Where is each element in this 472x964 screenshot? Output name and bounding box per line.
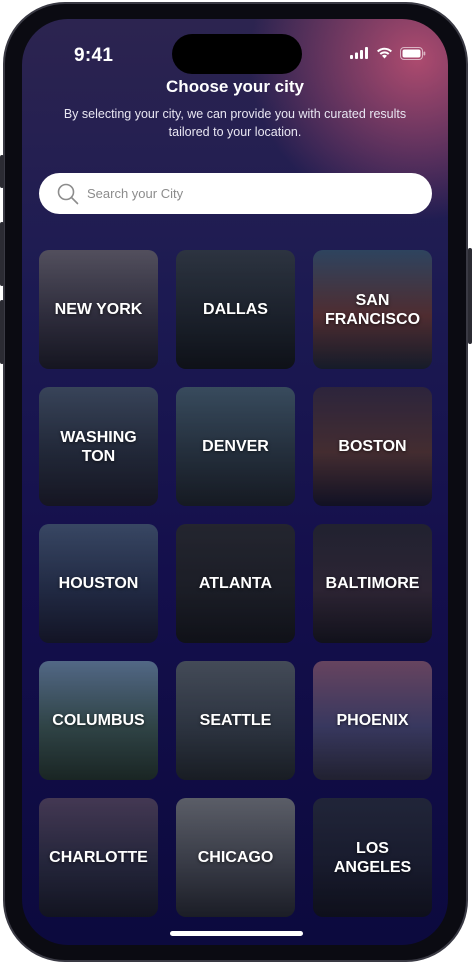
power-button — [468, 248, 472, 344]
city-tile[interactable]: PHOENIX — [313, 661, 432, 780]
city-name: HOUSTON — [58, 575, 139, 592]
page-subtitle: By selecting your city, we can provide y… — [63, 107, 407, 139]
city-name: DENVER — [202, 438, 269, 455]
city-name: SEATTLE — [199, 712, 272, 729]
city-tile[interactable]: CHARLOTTE — [39, 798, 158, 917]
city-name: COLUMBUS — [52, 712, 145, 729]
city-tile[interactable]: LOS ANGELES — [313, 798, 432, 917]
status-time: 9:41 — [74, 45, 114, 66]
battery-icon — [400, 46, 426, 60]
city-tile[interactable]: SAN FRANCISCO — [313, 250, 432, 369]
city-tile[interactable]: NEW YORK — [39, 250, 158, 369]
status-icons — [350, 46, 426, 60]
city-name: DALLAS — [203, 301, 268, 318]
city-tile[interactable]: WASHING TON — [39, 387, 158, 506]
search-icon — [57, 183, 79, 204]
home-indicator[interactable] — [170, 931, 303, 936]
city-name: CHARLOTTE — [49, 849, 148, 866]
city-name: WASHING TON — [60, 428, 137, 465]
city-tile[interactable]: BALTIMORE — [313, 524, 432, 643]
city-name: LOS ANGELES — [333, 839, 412, 876]
city-grid: NEW YORK DALLAS SAN FRANCISCO WASHING TON DE… — [39, 250, 432, 917]
city-name: BOSTON — [338, 438, 407, 455]
page-title: Choose your city — [166, 77, 304, 96]
city-name: BALTIMORE — [325, 575, 420, 592]
city-tile[interactable]: BOSTON — [313, 387, 432, 506]
search-bar[interactable] — [39, 173, 432, 214]
city-tile[interactable]: ATLANTA — [176, 524, 295, 643]
city-name: PHOENIX — [336, 712, 409, 729]
city-tile[interactable]: DENVER — [176, 387, 295, 506]
signal-icon — [350, 47, 368, 59]
city-tile[interactable]: SEATTLE — [176, 661, 295, 780]
dynamic-island — [172, 34, 302, 74]
city-name: NEW YORK — [54, 301, 143, 318]
city-name: ATLANTA — [198, 575, 273, 592]
wifi-icon — [377, 47, 392, 59]
city-tile[interactable]: DALLAS — [176, 250, 295, 369]
volume-up-button — [0, 222, 4, 286]
city-tile[interactable]: COLUMBUS — [39, 661, 158, 780]
city-tile[interactable]: CHICAGO — [176, 798, 295, 917]
mute-switch — [0, 155, 4, 188]
city-name: CHICAGO — [197, 849, 274, 866]
search-input[interactable] — [87, 186, 387, 201]
city-name: SAN FRANCISCO — [324, 291, 421, 328]
app-screen: 9:41 Choose your city By selecting your … — [22, 19, 448, 945]
volume-down-button — [0, 300, 4, 364]
city-tile[interactable]: HOUSTON — [39, 524, 158, 643]
